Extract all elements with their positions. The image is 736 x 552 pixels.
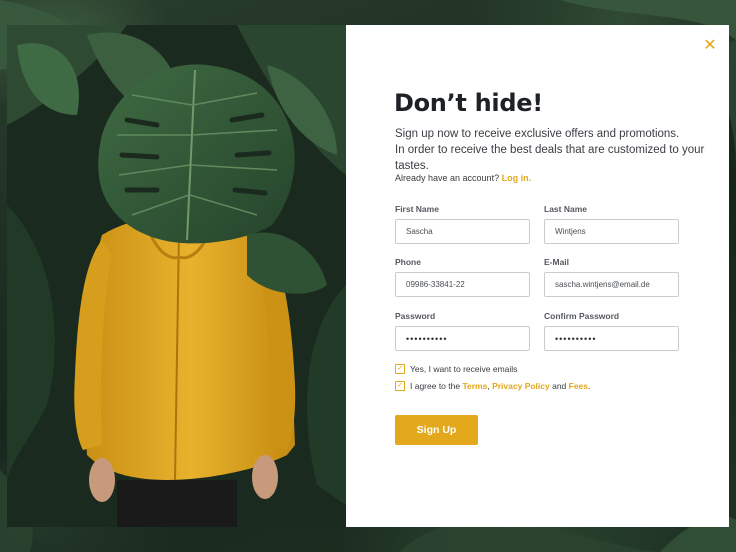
modal-title: Don’t hide! [394,89,543,117]
fees-link[interactable]: Fees [569,381,588,391]
emails-checkbox-label: Yes, I want to receive emails [410,364,518,374]
login-link[interactable]: Log in. [502,173,532,183]
modal-subtitle: Sign up now to receive exclusive offers … [395,126,729,174]
phone-label: Phone [395,257,421,267]
subtitle-line-1: Sign up now to receive exclusive offers … [395,128,680,140]
terms-suffix: . [588,381,591,391]
email-input[interactable] [544,272,679,297]
privacy-policy-link[interactable]: Privacy Policy [492,381,550,391]
account-prompt-text: Already have an account? [395,173,500,183]
terms-and: and [549,381,569,391]
terms-checkbox-row: ✓ I agree to the Terms , Privacy Policy … [395,381,590,391]
last-name-label: Last Name [544,204,587,214]
emails-checkbox-row: ✓ Yes, I want to receive emails [395,364,517,374]
confirm-password-input[interactable] [544,326,679,351]
account-prompt: Already have an account? Log in. [395,173,531,183]
terms-link[interactable]: Terms [462,381,487,391]
first-name-input[interactable] [395,219,530,244]
checkmark-icon: ✓ [397,382,403,389]
last-name-input[interactable] [544,219,679,244]
first-name-label: First Name [395,204,439,214]
signup-modal: ✕ Don’t hide! Sign up now to receive exc… [346,25,729,527]
email-label: E-Mail [544,257,570,267]
terms-checkbox[interactable]: ✓ [395,381,405,391]
phone-input[interactable] [395,272,530,297]
password-input[interactable] [395,326,530,351]
sign-up-button[interactable]: Sign Up [395,415,478,445]
emails-checkbox[interactable]: ✓ [395,364,405,374]
subtitle-line-2: In order to receive the best deals that … [395,144,705,172]
confirm-password-label: Confirm Password [544,311,620,321]
password-label: Password [395,311,436,321]
person-in-yellow-jacket-illustration [7,25,346,527]
close-icon[interactable]: ✕ [702,38,718,54]
terms-prefix: I agree to the [410,381,463,391]
hero-photo [7,25,346,527]
checkmark-icon: ✓ [397,365,403,372]
